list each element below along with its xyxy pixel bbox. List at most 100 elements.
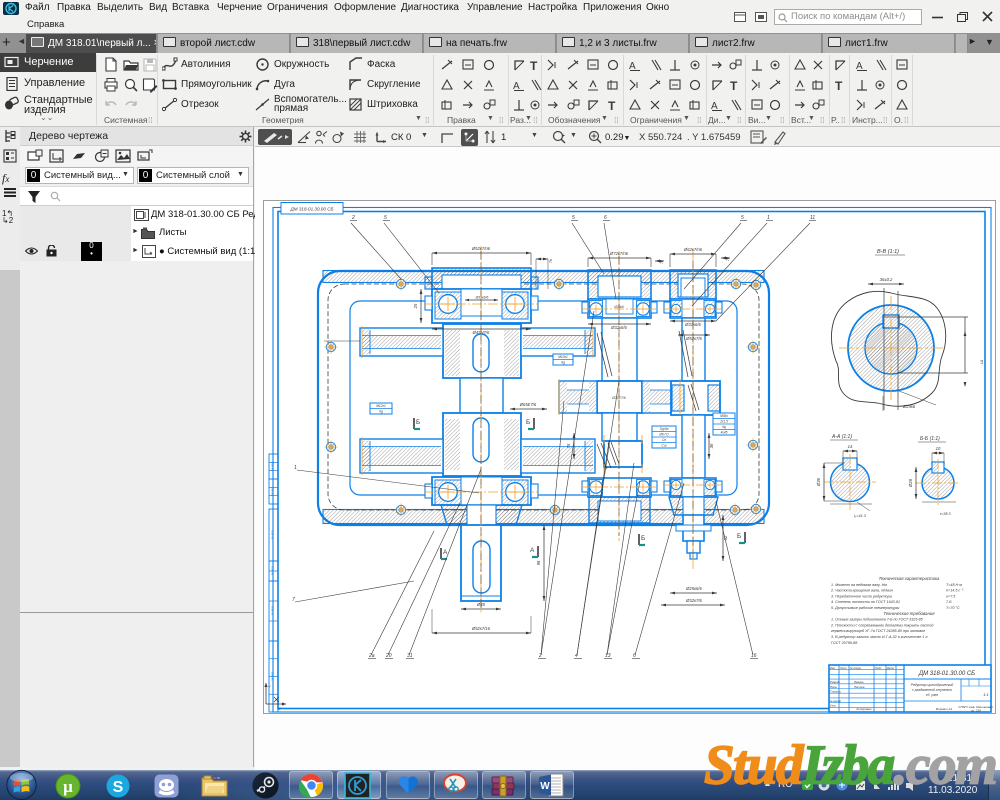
svg-text:36: 36 — [709, 443, 714, 448]
svg-text:В-В (1:1): В-В (1:1) — [877, 249, 899, 255]
svg-text:Б-Б (1:1): Б-Б (1:1) — [920, 436, 940, 442]
svg-text:6g: 6g — [379, 410, 383, 414]
svg-text:ДМ 318-01.30.00 СБ: ДМ 318-01.30.00 СБ — [918, 671, 975, 677]
svg-text:герметизирующей УГ-7а ГОСТ 242: герметизирующей УГ-7а ГОСТ 24285-80 при … — [831, 629, 925, 633]
svg-text:Лист: Лист — [839, 666, 848, 670]
svg-text:Разраб.: Разраб. — [830, 680, 840, 684]
svg-text:Технические требования: Технические требования — [883, 611, 935, 616]
svg-text:7-Б: 7-Б — [946, 600, 952, 604]
svg-text:Ø52к7/6: Ø52к7/6 — [685, 336, 702, 341]
svg-text:3. Передаточное число редуктор: 3. Передаточное число редуктора — [831, 594, 892, 598]
svg-text:Ø28: Ø28 — [908, 478, 913, 488]
svg-text:Ø62к7/п6: Ø62к7/п6 — [683, 247, 703, 252]
svg-text:Пров.: Пров. — [830, 685, 838, 689]
svg-text:Ø45: Ø45 — [476, 602, 486, 607]
svg-text:2а: 2а — [368, 653, 375, 659]
svg-text:ДМ 318-01.30.00 СБ: ДМ 318-01.30.00 СБ — [290, 207, 334, 212]
svg-text:Изм: Изм — [830, 666, 835, 670]
svg-text:А: А — [443, 549, 448, 556]
svg-text:Утв.: Утв. — [830, 704, 837, 708]
svg-text:Дата: Дата — [886, 666, 894, 670]
svg-text:6: 6 — [604, 215, 607, 221]
svg-text:ЗБ.ВГД: ЗБ.ВГД — [271, 672, 275, 681]
svg-text:Ø25к6: Ø25к6 — [613, 305, 624, 309]
svg-text:№ докум.: № докум. — [850, 666, 862, 670]
svg-text:Формат А1: Формат А1 — [936, 707, 953, 711]
svg-text:А-А (1:1): А-А (1:1) — [831, 434, 852, 440]
svg-text:1:1: 1:1 — [983, 692, 989, 697]
svg-text:S: S — [113, 779, 124, 796]
svg-text:5: 5 — [741, 215, 744, 221]
svg-text:T: T — [608, 99, 616, 112]
svg-text:ЗБ.ВГД: ЗБ.ВГД — [271, 487, 275, 496]
svg-text:Т=48 Н·м: Т=48 Н·м — [946, 583, 962, 587]
svg-text:Петров: Петров — [854, 685, 865, 689]
svg-text:7h: 7h — [660, 260, 664, 264]
svg-text:Ø72к7/п6: Ø72к7/п6 — [609, 251, 629, 256]
svg-text:М10х1: М10х1 — [558, 355, 568, 359]
svg-text:t₁=41.3: t₁=41.3 — [854, 514, 867, 518]
svg-text:2. Плоскости с сопрягаемыми де: 2. Плоскости с сопрягаемыми деталями пок… — [830, 623, 933, 627]
svg-text:31: 31 — [407, 653, 413, 659]
svg-text:98: 98 — [536, 560, 541, 565]
svg-text:T: T — [835, 79, 843, 92]
svg-text:М12х1: М12х1 — [376, 404, 386, 408]
svg-text:Ø6 ГО: Ø6 ГО — [658, 433, 669, 437]
svg-text:1А: 1А — [980, 359, 984, 364]
svg-text:Ø35к6/6: Ø35к6/6 — [475, 296, 489, 300]
svg-text:11: 11 — [810, 215, 815, 221]
svg-text:2: 2 — [351, 215, 355, 221]
svg-text:7: 7 — [292, 597, 295, 603]
svg-text:Сп: Сп — [662, 438, 666, 442]
svg-text:Ø36: Ø36 — [816, 477, 821, 487]
svg-text:13: 13 — [605, 653, 611, 659]
svg-text:Ø52к7/16: Ø52к7/16 — [471, 626, 491, 631]
svg-text:4х45: 4х45 — [721, 431, 728, 435]
svg-text:Копировал: Копировал — [857, 707, 872, 711]
svg-text:М36х: М36х — [720, 414, 728, 418]
svg-text:Сш: Сш — [662, 444, 667, 448]
svg-text:Ø65Е7/6: Ø65Е7/6 — [519, 402, 537, 407]
svg-text:10: 10 — [936, 446, 941, 451]
svg-text:2х1.5: 2х1.5 — [719, 420, 728, 424]
svg-text:t=38.3: t=38.3 — [940, 512, 952, 516]
svg-text:6: 6 — [633, 653, 636, 659]
svg-text:6g: 6g — [561, 361, 565, 365]
svg-text:7h: 7h — [726, 257, 730, 261]
svg-text:Б: Б — [526, 419, 530, 426]
svg-text:4: 4 — [575, 653, 578, 659]
svg-text:ЗБ.ВГД: ЗБ.ВГД — [271, 462, 275, 471]
svg-text:6g: 6g — [722, 425, 726, 429]
svg-text:u=7.5: u=7.5 — [946, 594, 956, 598]
svg-text:сб. узел: сб. узел — [926, 693, 938, 697]
svg-text:Б: Б — [737, 533, 741, 540]
svg-text:Техническая характеристика: Техническая характеристика — [879, 576, 940, 581]
svg-text:А: А — [530, 547, 535, 554]
svg-text:Ø45Н7/6: Ø45Н7/6 — [472, 330, 490, 335]
svg-text:Т.контр.: Т.контр. — [830, 690, 842, 694]
svg-text:ГОСТ 20799-88.: ГОСТ 20799-88. — [831, 641, 858, 645]
svg-text:n=14.5 с⁻¹: n=14.5 с⁻¹ — [946, 589, 964, 593]
svg-text:Ø24к6: Ø24к6 — [902, 404, 916, 409]
svg-text:36±0.2: 36±0.2 — [880, 277, 893, 282]
svg-text:Б: Б — [416, 419, 420, 426]
svg-text:20: 20 — [385, 653, 392, 659]
svg-text:1. Момент на ведомом валу, Нм: 1. Момент на ведомом валу, Нм — [831, 583, 887, 587]
svg-text:Ø25к6/6: Ø25к6/6 — [685, 586, 702, 591]
svg-text:с раздвоенной ступенью: с раздвоенной ступенью — [912, 688, 952, 692]
svg-text:7h: 7h — [549, 259, 553, 263]
svg-text:Ø32к7/6: Ø32к7/6 — [685, 598, 702, 603]
svg-text:Иванов: Иванов — [854, 680, 864, 684]
svg-text:5: 5 — [384, 215, 387, 221]
svg-text:Ø52к7/п6: Ø52к7/п6 — [471, 246, 491, 251]
svg-text:1. Осевые зазоры подшипников 7: 1. Осевые зазоры подшипников 7-Б по ГОСТ… — [831, 618, 924, 622]
svg-text:14: 14 — [848, 444, 853, 449]
svg-text:1: 1 — [294, 465, 297, 471]
svg-text:Труба: Труба — [660, 427, 669, 431]
svg-text:4. Степень точности по ГОСТ 16: 4. Степень точности по ГОСТ 1643-81 — [831, 600, 900, 604]
svg-text:25: 25 — [413, 303, 418, 309]
svg-text:W: W — [540, 781, 550, 792]
svg-text:5. Допустимые рабочие температ: 5. Допустимые рабочие температуры — [831, 606, 900, 610]
svg-text:5: 5 — [572, 215, 575, 221]
svg-text:μ: μ — [63, 777, 73, 796]
